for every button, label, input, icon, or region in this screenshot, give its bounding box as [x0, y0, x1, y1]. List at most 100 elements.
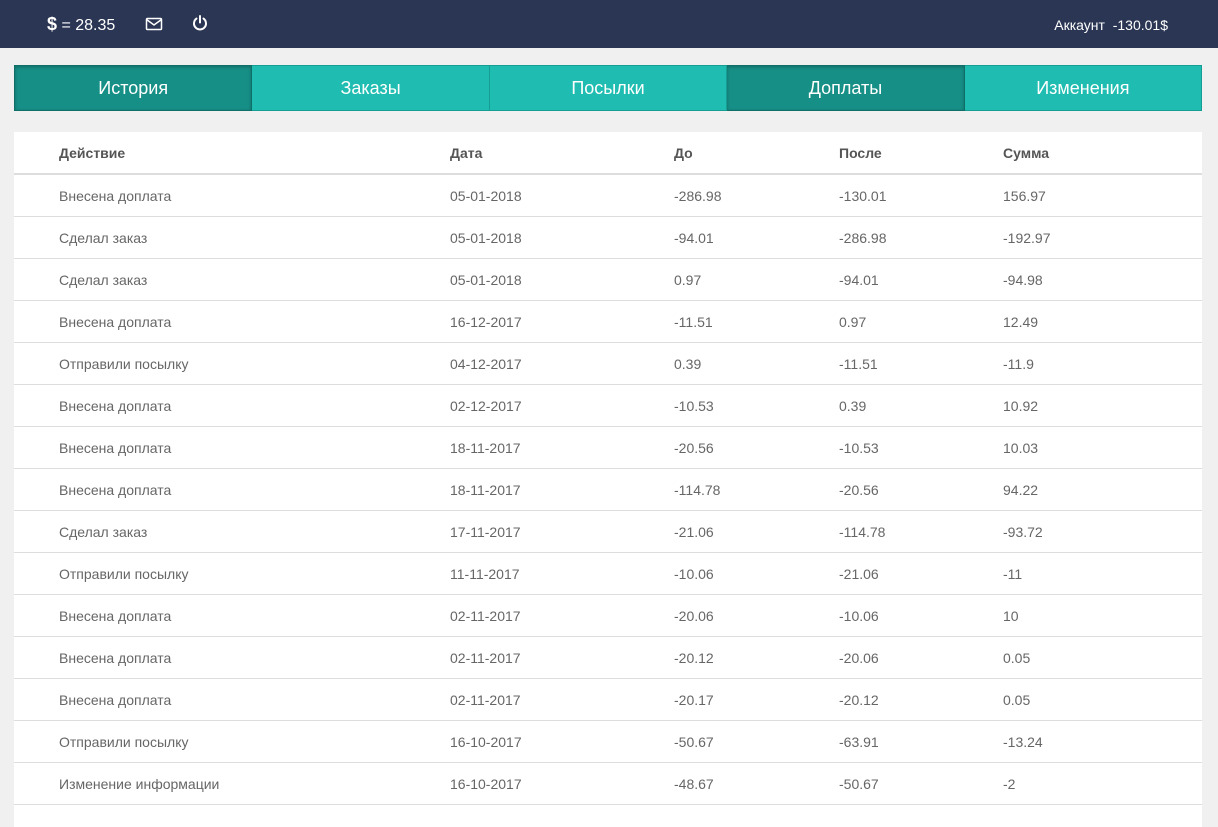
cell-date: 04-12-2017 [450, 342, 674, 385]
column-header-amount[interactable]: Сумма [1003, 132, 1202, 175]
exchange-rate-value: = 28.35 [61, 17, 116, 34]
cell-amount: -192.97 [1003, 216, 1202, 259]
cell-date: 11-11-2017 [450, 552, 674, 595]
table-row: Внесена доплата 05-01-2018 -286.98 -130.01 1… [14, 174, 1202, 217]
cell-after: -20.12 [839, 678, 1003, 721]
cell-action: Изменение информации [14, 762, 450, 805]
power-icon[interactable] [192, 15, 208, 31]
cell-date: 16-10-2017 [450, 762, 674, 805]
cell-before: -10.06 [674, 552, 839, 595]
envelope-icon[interactable] [145, 15, 163, 33]
cell-amount: 94.22 [1003, 468, 1202, 511]
account-label: Аккаунт [1054, 17, 1105, 33]
cell-amount: 156.97 [1003, 174, 1202, 217]
cell-before: -50.67 [674, 720, 839, 763]
account-balance-value: -130.01$ [1112, 17, 1168, 33]
table-row: Отправили посылку 11-11-2017 -10.06 -21.06-… [14, 552, 1202, 595]
table-row: Внесена доплата 18-11-2017 -20.56 -10.53 10.… [14, 426, 1202, 469]
cell-action: Отправили посылку [14, 552, 450, 595]
column-header-action[interactable]: Действие [14, 132, 450, 175]
table-row: Сделал заказ 05-01-2018 0.97 -94.01 -94.98 [14, 258, 1202, 301]
cell-after: -286.98 [839, 216, 1003, 259]
cell-before: -286.98 [674, 174, 839, 217]
cell-before: -20.56 [674, 426, 839, 469]
cell-action: Внесена доплата [14, 594, 450, 637]
cell-action: Сделал заказ [14, 258, 450, 301]
cell-date: 02-11-2017 [450, 636, 674, 679]
cell-amount: -94.98 [1003, 258, 1202, 301]
column-header-before[interactable]: До [674, 132, 839, 175]
cell-after: -20.56 [839, 468, 1003, 511]
cell-after: -21.06 [839, 552, 1003, 595]
cell-date: 16-10-2017 [450, 720, 674, 763]
cell-amount: -11.9 [1003, 342, 1202, 385]
cell-amount: 0.05 [1003, 636, 1202, 679]
cell-date: 02-11-2017 [450, 594, 674, 637]
cell-after: -63.91 [839, 720, 1003, 763]
cell-amount: 10.03 [1003, 426, 1202, 469]
cell-date: 17-11-2017 [450, 510, 674, 553]
tab-bar: История Заказы Посылки Доплаты Изменения [14, 65, 1203, 111]
cell-before: -48.67 [674, 762, 839, 805]
cell-amount: 10 [1003, 594, 1202, 637]
tab-payments[interactable]: Доплаты [727, 65, 965, 111]
cell-after: -94.01 [839, 258, 1003, 301]
cell-date: 02-12-2017 [450, 384, 674, 427]
cell-action: Отправили посылку [14, 720, 450, 763]
table-row: Внесена доплата 02-12-2017 -10.53 0.39 10.92 [14, 384, 1202, 427]
exchange-rate: $ = 28.35 [47, 14, 115, 36]
cell-before: -11.51 [674, 300, 839, 343]
table-row: Внесена доплата 18-11-2017 -114.78 -20.56 94… [14, 468, 1202, 511]
account-balance[interactable]: Аккаунт -130.01$ [1054, 16, 1168, 34]
table-row: Отправили посылку 04-12-2017 0.39 -11.51 -11… [14, 342, 1202, 385]
cell-date: 16-12-2017 [450, 300, 674, 343]
table-row: Отправили посылку 16-10-2017 -50.67 -63.91-… [14, 720, 1202, 763]
cell-before: -10.53 [674, 384, 839, 427]
tab-history[interactable]: История [14, 65, 253, 111]
cell-date: 02-11-2017 [450, 678, 674, 721]
dollar-sign: $ [47, 14, 58, 34]
cell-amount: 12.49 [1003, 300, 1202, 343]
cell-before: -20.12 [674, 636, 839, 679]
cell-after: -20.06 [839, 636, 1003, 679]
column-header-date[interactable]: Дата [450, 132, 674, 175]
cell-action: Сделал заказ [14, 216, 450, 259]
cell-amount: 10.92 [1003, 384, 1202, 427]
cell-after: 0.97 [839, 300, 1003, 343]
top-bar: $ = 28.35 Аккаунт -130.01$ [0, 0, 1218, 48]
cell-after: -50.67 [839, 762, 1003, 805]
tab-orders[interactable]: Заказы [252, 65, 490, 111]
cell-before: -94.01 [674, 216, 839, 259]
cell-after: -130.01 [839, 174, 1003, 217]
tab-parcels[interactable]: Посылки [489, 65, 728, 111]
cell-date: 18-11-2017 [450, 468, 674, 511]
cell-action: Сделал заказ [14, 510, 450, 553]
cell-amount: -93.72 [1003, 510, 1202, 553]
table-row: Внесена доплата 02-11-2017 -20.06 -10.06 10 [14, 594, 1202, 637]
cell-action: Внесена доплата [14, 300, 450, 343]
cell-after: -10.53 [839, 426, 1003, 469]
table-header-row: Действие Дата До После Сумма [14, 132, 1202, 175]
cell-amount: 0.05 [1003, 678, 1202, 721]
cell-action: Внесена доплата [14, 384, 450, 427]
cell-date: 05-01-2018 [450, 216, 674, 259]
cell-after: 0.39 [839, 384, 1003, 427]
cell-before: -20.06 [674, 594, 839, 637]
table-row: Сделал заказ 05-01-2018 -94.01 -286.98 -192.… [14, 216, 1202, 259]
table-row: Внесена доплата 02-11-2017 -20.12 -20.06 0.0… [14, 636, 1202, 679]
cell-date: 05-01-2018 [450, 174, 674, 217]
table-row: Сделал заказ 17-11-2017 -21.06 -114.78 -93.7… [14, 510, 1202, 553]
cell-amount: -11 [1003, 552, 1202, 595]
cell-before: 0.97 [674, 258, 839, 301]
column-header-after[interactable]: После [839, 132, 1003, 175]
cell-action: Внесена доплата [14, 468, 450, 511]
cell-after: -114.78 [839, 510, 1003, 553]
cell-before: 0.39 [674, 342, 839, 385]
cell-action: Внесена доплата [14, 636, 450, 679]
cell-action: Внесена доплата [14, 678, 450, 721]
cell-amount: -13.24 [1003, 720, 1202, 763]
tab-changes[interactable]: Изменения [964, 65, 1203, 111]
cell-before: -21.06 [674, 510, 839, 553]
cell-action: Внесена доплата [14, 426, 450, 469]
table-row: Внесена доплата 02-11-2017 -20.17 -20.12 0.0… [14, 678, 1202, 721]
